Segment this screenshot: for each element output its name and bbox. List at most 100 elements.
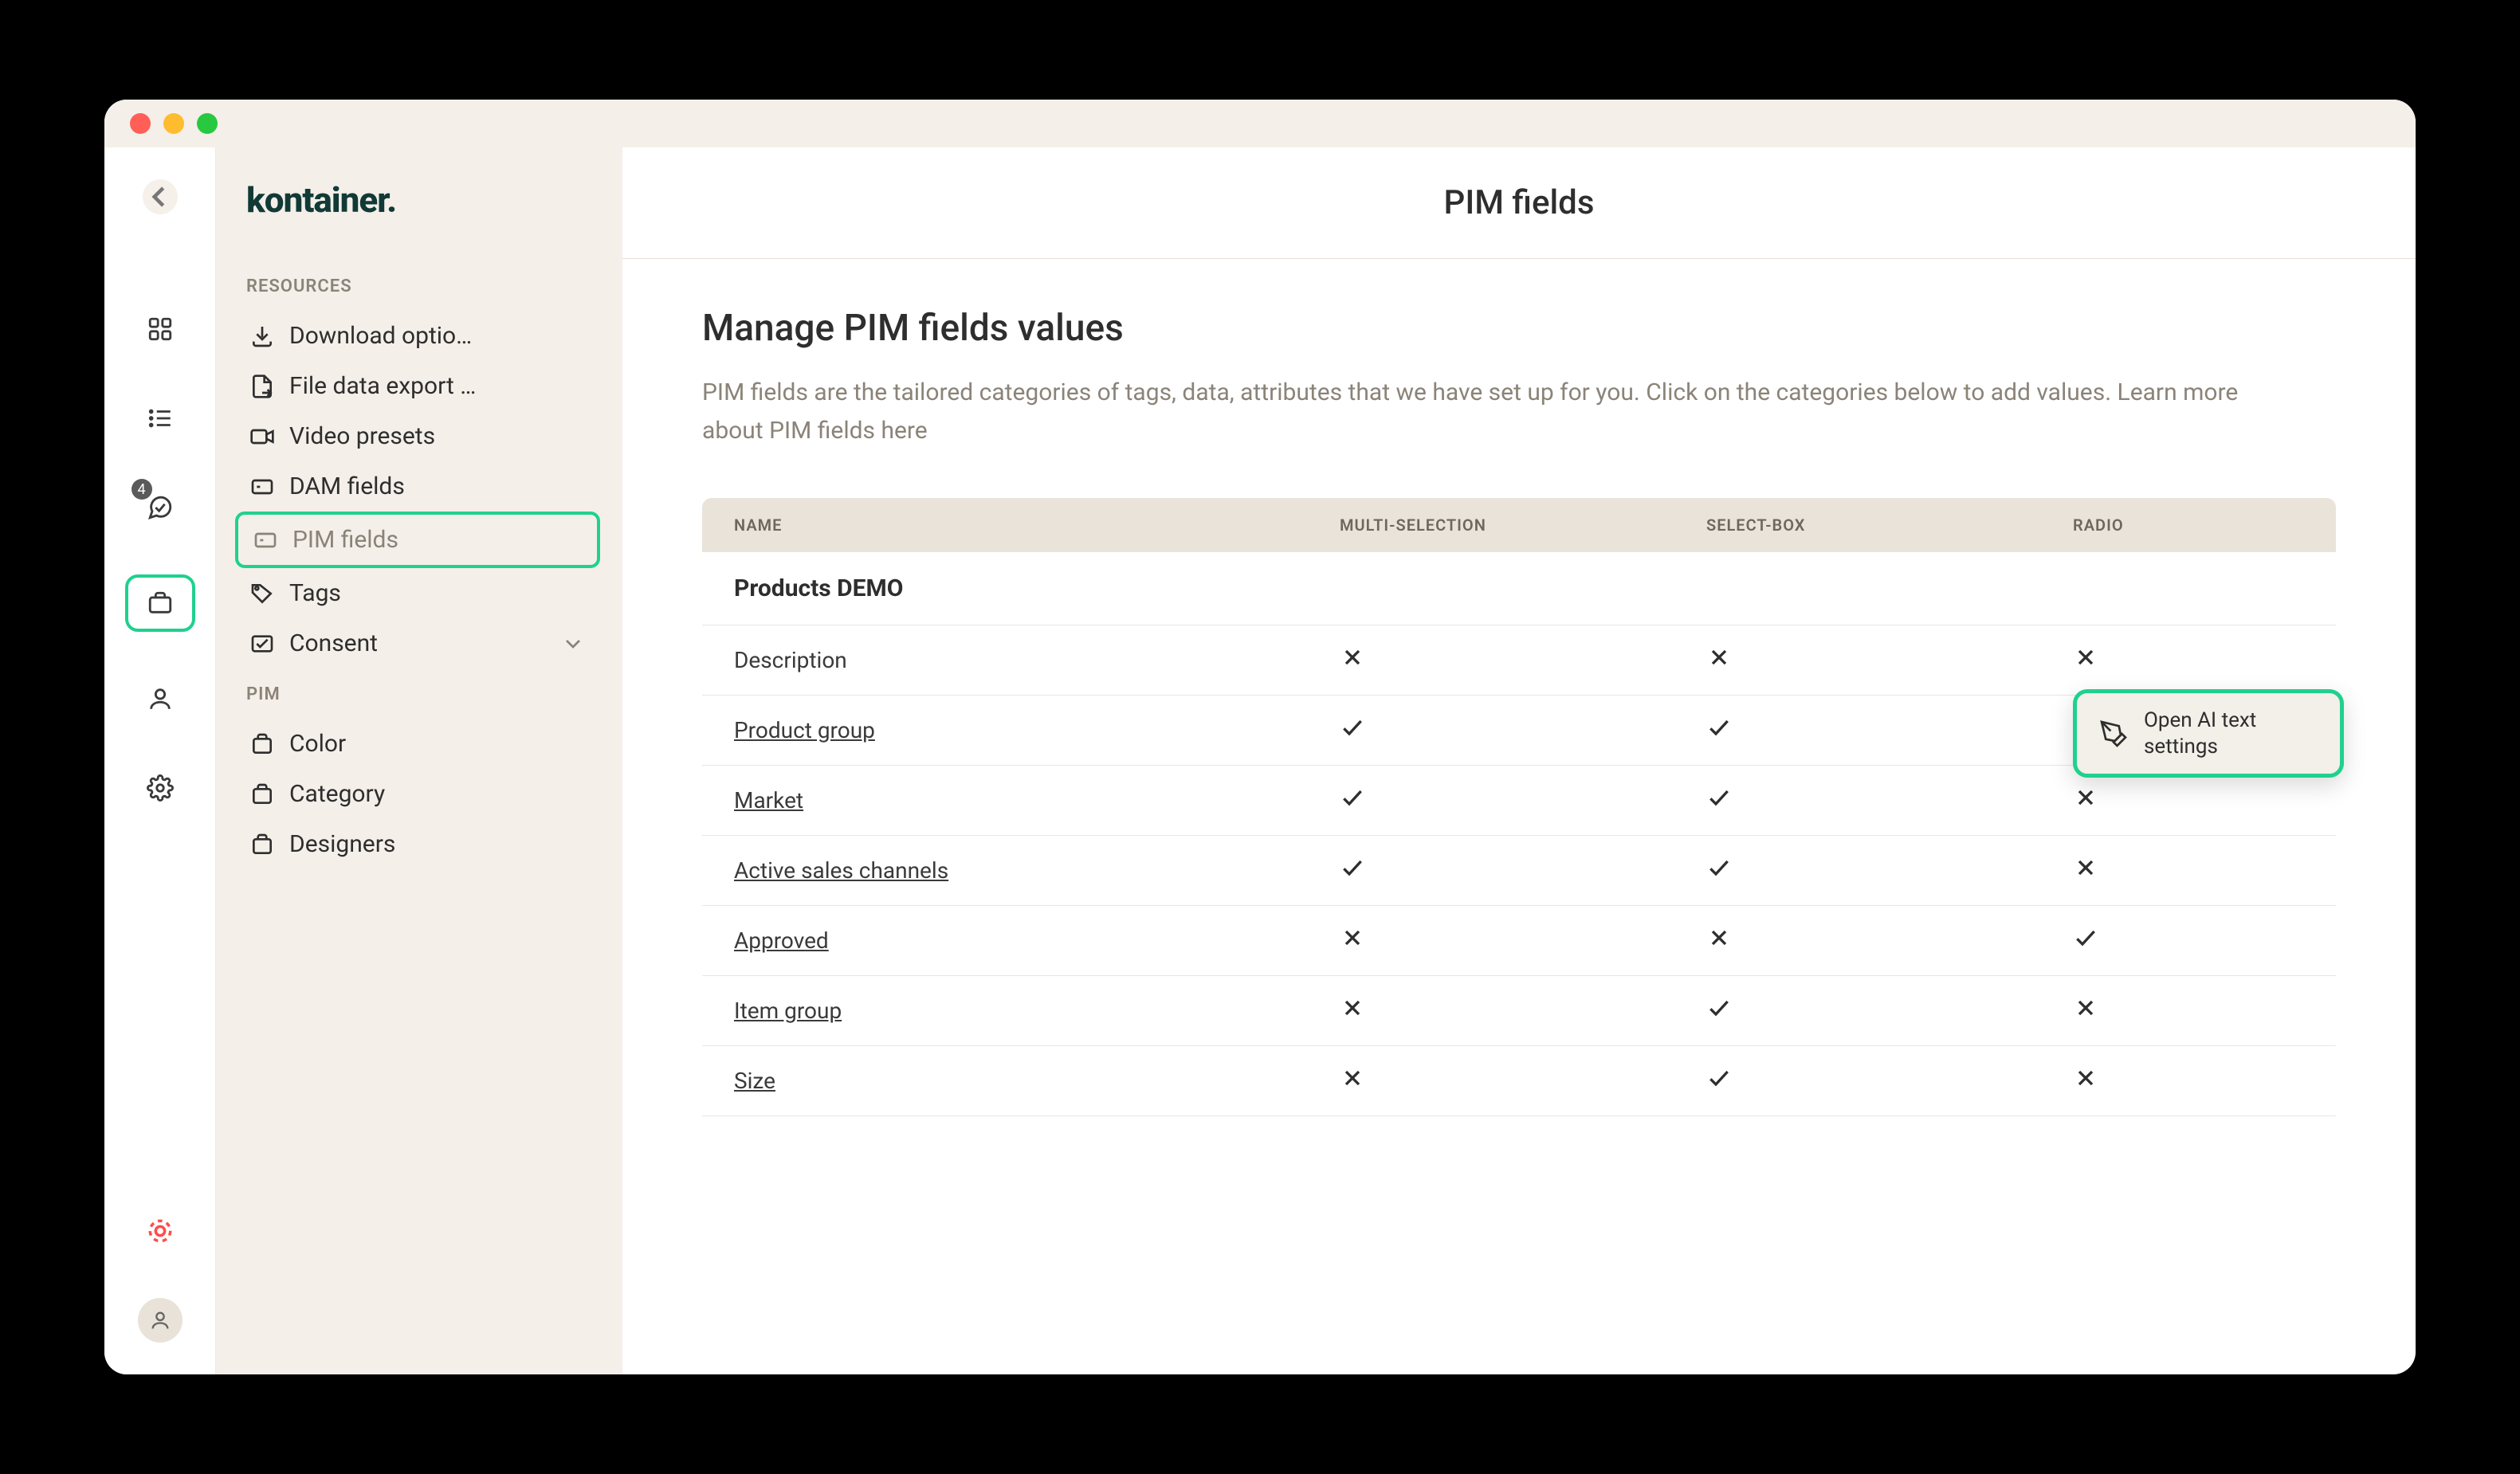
learn-more-link[interactable]: here <box>881 417 927 445</box>
column-header-multi: MULTI-SELECTION <box>1340 516 1706 535</box>
check-icon <box>1340 785 1365 810</box>
sidebar-item-consent[interactable]: Consent <box>235 618 600 668</box>
nav-notifications[interactable]: 4 <box>138 485 183 530</box>
row-name[interactable]: Item group <box>734 998 1340 1024</box>
popover-text: Open AI textsettings <box>2144 708 2256 759</box>
sidebar-section-pim: PIM <box>235 668 600 719</box>
sidebar-section-resources: RESOURCES <box>235 261 600 311</box>
row-name[interactable]: Size <box>734 1068 1340 1094</box>
table-header: NAME MULTI-SELECTION SELECT-BOX RADIO <box>702 498 2336 552</box>
card-icon <box>249 474 275 500</box>
nav-profile[interactable] <box>138 676 183 721</box>
x-icon <box>1340 925 1365 951</box>
card-icon <box>253 527 278 553</box>
sidebar: kontainer. RESOURCES Download optio… Fil… <box>216 147 622 1374</box>
tag-icon <box>249 581 275 606</box>
table-row[interactable]: Item group••• <box>702 976 2336 1046</box>
check-icon <box>1340 715 1365 740</box>
package-icon <box>249 782 275 807</box>
sidebar-item-video-presets[interactable]: Video presets <box>235 411 600 461</box>
back-button[interactable] <box>143 179 178 214</box>
sidebar-item-file-data-export[interactable]: File data export … <box>235 361 600 411</box>
row-name[interactable]: Active sales channels <box>734 857 1340 884</box>
column-header-name: NAME <box>734 516 1340 535</box>
window-close-button[interactable] <box>130 113 151 134</box>
app-logo: kontainer. <box>235 179 600 261</box>
sidebar-item-label: Download optio… <box>289 322 472 350</box>
package-icon <box>249 731 275 757</box>
cell-radio <box>2073 785 2416 816</box>
user-avatar[interactable] <box>138 1298 183 1343</box>
x-icon <box>1340 1065 1365 1091</box>
ai-text-settings-popover[interactable]: Open AI textsettings <box>2073 689 2344 778</box>
nav-list[interactable] <box>138 396 183 441</box>
cell-multi <box>1340 995 1706 1026</box>
sidebar-item-label: File data export … <box>289 372 476 400</box>
cell-select <box>1706 995 2073 1026</box>
cell-multi <box>1340 925 1706 956</box>
x-icon <box>2073 645 2098 670</box>
window-minimize-button[interactable] <box>163 113 184 134</box>
check-icon <box>1706 855 1732 880</box>
table-row[interactable]: Approved••• <box>702 906 2336 976</box>
nav-help[interactable] <box>138 1209 183 1253</box>
cell-select <box>1706 1065 2073 1096</box>
row-name[interactable]: Approved <box>734 927 1340 954</box>
nav-toolbox[interactable] <box>125 574 195 632</box>
x-icon <box>2073 855 2098 880</box>
nav-dashboard[interactable] <box>138 307 183 351</box>
x-icon <box>1706 925 1732 951</box>
sidebar-item-label: DAM fields <box>289 472 405 500</box>
x-icon <box>2073 785 2098 810</box>
content-description: PIM fields are the tailored categories o… <box>702 374 2256 450</box>
table-row[interactable]: Description <box>702 625 2336 696</box>
notification-badge: 4 <box>131 479 152 500</box>
nav-rail: 4 <box>104 147 216 1374</box>
check-icon <box>2073 925 2098 951</box>
file-export-icon <box>249 374 275 399</box>
window-maximize-button[interactable] <box>197 113 218 134</box>
consent-icon <box>249 631 275 657</box>
cell-multi <box>1340 1065 1706 1096</box>
column-header-select: SELECT-BOX <box>1706 516 2073 535</box>
column-header-radio: RADIO <box>2073 516 2416 535</box>
row-name[interactable]: Market <box>734 787 1340 813</box>
cell-radio <box>2073 855 2416 886</box>
cell-radio <box>2073 995 2416 1026</box>
sidebar-item-designers[interactable]: Designers <box>235 819 600 869</box>
sidebar-item-category[interactable]: Category <box>235 769 600 819</box>
sidebar-item-tags[interactable]: Tags <box>235 568 600 618</box>
download-icon <box>249 323 275 349</box>
cell-select <box>1706 925 2073 956</box>
cell-select <box>1706 855 2073 886</box>
row-name[interactable]: Product group <box>734 717 1340 743</box>
app-window: 4 <box>104 100 2416 1374</box>
x-icon <box>2073 1065 2098 1091</box>
check-icon <box>1706 995 1732 1021</box>
table-row[interactable]: Size••• <box>702 1046 2336 1116</box>
x-icon <box>2073 995 2098 1021</box>
sidebar-item-download-options[interactable]: Download optio… <box>235 311 600 361</box>
x-icon <box>1340 995 1365 1021</box>
x-icon <box>1340 645 1365 670</box>
check-icon <box>1706 785 1732 810</box>
pim-fields-table: NAME MULTI-SELECTION SELECT-BOX RADIO Pr… <box>702 498 2336 1116</box>
cell-select <box>1706 645 2073 676</box>
check-icon <box>1340 855 1365 880</box>
cell-radio <box>2073 925 2416 956</box>
row-name[interactable]: Description <box>734 647 1340 673</box>
cell-radio <box>2073 645 2416 676</box>
package-icon <box>249 832 275 857</box>
sidebar-item-label: Category <box>289 780 385 808</box>
main: PIM fields Manage PIM fields values PIM … <box>622 147 2416 1374</box>
nav-settings[interactable] <box>138 766 183 810</box>
sidebar-item-color[interactable]: Color <box>235 719 600 769</box>
table-row[interactable]: Active sales channels••• <box>702 836 2336 906</box>
cell-select <box>1706 715 2073 746</box>
pen-ai-icon <box>2099 719 2128 748</box>
sidebar-item-label: PIM fields <box>292 526 398 554</box>
sidebar-item-pim-fields[interactable]: PIM fields <box>235 512 600 568</box>
table-group-row: Products DEMO <box>702 552 2336 625</box>
x-icon <box>1706 645 1732 670</box>
sidebar-item-dam-fields[interactable]: DAM fields <box>235 461 600 512</box>
